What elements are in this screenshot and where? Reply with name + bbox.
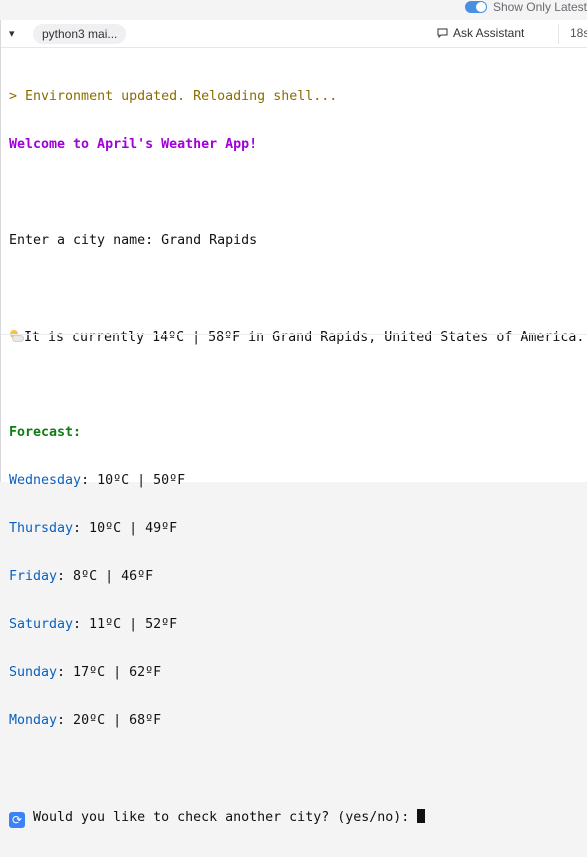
top-strip: Show Only Latest <box>0 0 587 18</box>
forecast-row: Friday: 8ºC | 46ºF <box>9 569 587 585</box>
current-weather-line: It is currently 14ºC | 58ºF in Grand Rap… <box>9 329 587 345</box>
welcome-line: Welcome to April's Weather App! <box>9 137 258 152</box>
text-cursor[interactable] <box>417 809 426 823</box>
ask-assistant-button[interactable]: Ask Assistant <box>437 26 524 40</box>
forecast-row: Thursday: 10ºC | 49ºF <box>9 521 587 537</box>
forecast-day: Thursday <box>9 521 74 536</box>
toggle-label: Show Only Latest <box>492 0 587 14</box>
forecast-heading: Forecast: <box>9 425 82 440</box>
sun-behind-cloud-icon <box>9 329 24 343</box>
kernel-selector[interactable]: python3 mai... <box>33 23 127 44</box>
city-prompt-line: Enter a city name: Grand Rapids <box>9 233 258 248</box>
chat-bubble-icon <box>437 28 448 38</box>
forecast-day: Saturday <box>9 617 74 632</box>
check-again-prompt: Would you like to check another city? (y… <box>25 810 418 825</box>
toggle-switch[interactable] <box>464 1 487 13</box>
forecast-temps: : 11ºC | 52ºF <box>73 617 178 632</box>
repeat-arrows-icon: ⟳ <box>9 812 25 828</box>
forecast-row: Sunday: 17ºC | 62ºF <box>9 665 587 681</box>
env-status-line: > Environment updated. Reloading shell..… <box>9 89 587 105</box>
cell-toolbar: ▾ python3 mai... Ask Assistant 18s <box>1 20 587 48</box>
forecast-temps: : 17ºC | 62ºF <box>57 665 162 680</box>
forecast-row: Saturday: 11ºC | 52ºF <box>9 617 587 633</box>
current-weather-text: It is currently 14ºC | 58ºF in Grand Rap… <box>24 330 585 345</box>
forecast-temps: : 10ºC | 49ºF <box>73 521 178 536</box>
env-marker: > <box>9 89 18 104</box>
output-panel: ▾ python3 mai... Ask Assistant 18s > Env… <box>0 20 587 828</box>
ask-assistant-label: Ask Assistant <box>453 26 525 40</box>
forecast-temps: : 20ºC | 68ºF <box>57 713 162 728</box>
forecast-day: Monday <box>9 713 58 728</box>
show-only-latest-toggle-group[interactable]: Show Only Latest <box>464 0 587 14</box>
forecast-row: Monday: 20ºC | 68ºF <box>9 713 587 729</box>
toolbar-divider <box>558 24 559 44</box>
forecast-temps: : 8ºC | 46ºF <box>57 569 154 584</box>
check-again-line[interactable]: ⟳ Would you like to check another city? … <box>9 809 587 828</box>
forecast-day: Sunday <box>9 665 58 680</box>
execution-time: 18s <box>570 26 587 40</box>
terminal-output: > Environment updated. Reloading shell..… <box>1 48 587 857</box>
forecast-day: Wednesday <box>9 473 82 488</box>
chevron-down-icon[interactable]: ▾ <box>9 27 29 40</box>
forecast-row: Wednesday: 10ºC | 50ºF <box>9 473 587 489</box>
env-text: Environment updated. Reloading shell... <box>17 89 338 104</box>
forecast-day: Friday <box>9 569 58 584</box>
output-divider <box>1 334 587 335</box>
forecast-temps: : 10ºC | 50ºF <box>81 473 186 488</box>
